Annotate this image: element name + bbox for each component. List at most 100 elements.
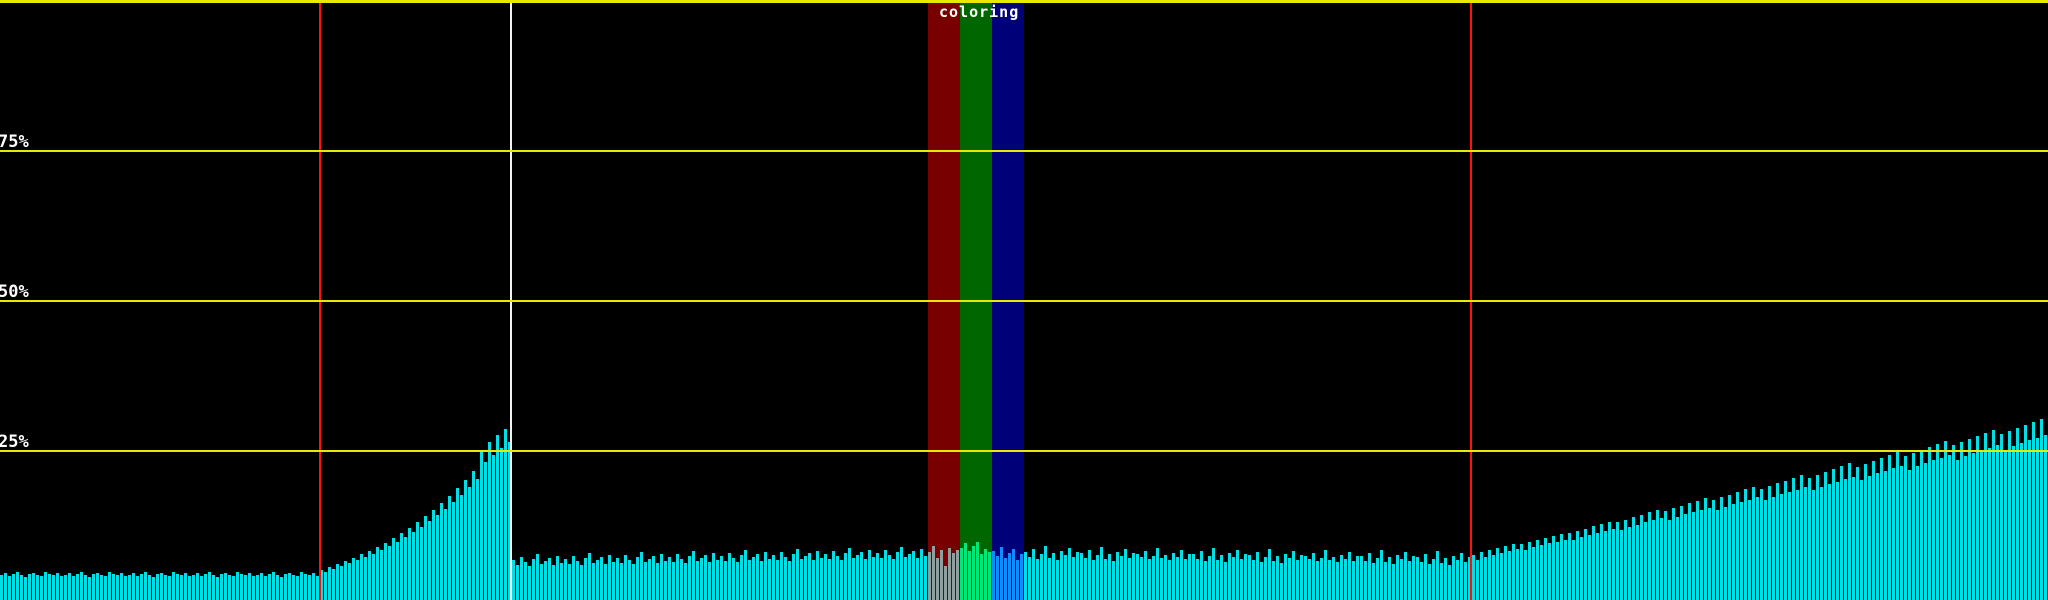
bar <box>104 576 107 600</box>
bar <box>20 575 23 600</box>
bar <box>264 576 267 600</box>
bar <box>520 557 523 600</box>
bar <box>1776 483 1779 600</box>
bar <box>364 557 367 600</box>
bar <box>1516 549 1519 600</box>
bar <box>1604 531 1607 600</box>
bar <box>96 573 99 600</box>
bar <box>1136 554 1139 600</box>
bar <box>960 548 963 600</box>
bar <box>1264 557 1267 600</box>
bar <box>1596 533 1599 600</box>
bar <box>572 556 575 600</box>
bar <box>952 553 955 600</box>
bar <box>780 552 783 600</box>
bar <box>1612 529 1615 600</box>
bar <box>1932 460 1935 600</box>
bar <box>840 560 843 600</box>
bar <box>1724 507 1727 600</box>
bar <box>108 572 111 600</box>
bar <box>1452 556 1455 600</box>
bar <box>384 543 387 600</box>
bar <box>876 553 879 600</box>
bar <box>420 527 423 600</box>
bar <box>1916 466 1919 600</box>
bar <box>1240 559 1243 600</box>
bar <box>2020 443 2023 600</box>
gridline-y0 <box>0 0 2048 3</box>
bar <box>1288 558 1291 600</box>
bar <box>1132 553 1135 600</box>
bar <box>620 563 623 600</box>
bar <box>200 576 203 600</box>
bar <box>1960 442 1963 600</box>
bar <box>92 574 95 600</box>
bar <box>1244 554 1247 600</box>
y-axis-label-50: 50% <box>0 282 29 302</box>
bar <box>1036 559 1039 600</box>
bar <box>1664 511 1667 600</box>
bar <box>860 552 863 600</box>
bar <box>300 572 303 600</box>
bar <box>1992 430 1995 600</box>
bar <box>1816 475 1819 600</box>
bar <box>1968 439 1971 600</box>
bar <box>880 558 883 600</box>
bar <box>648 559 651 600</box>
bar <box>1208 556 1211 600</box>
bar <box>372 554 375 600</box>
bar <box>1896 452 1899 600</box>
bar <box>1328 560 1331 600</box>
bar <box>1956 460 1959 600</box>
bar <box>1712 500 1715 600</box>
bar <box>812 560 815 600</box>
bar <box>1072 557 1075 600</box>
bar <box>1220 555 1223 600</box>
bar <box>332 569 335 600</box>
bar <box>1088 550 1091 600</box>
bar <box>1080 553 1083 600</box>
bar <box>1792 478 1795 600</box>
bar <box>328 567 331 600</box>
bar <box>924 556 927 600</box>
bar <box>1532 547 1535 600</box>
bar <box>1504 546 1507 600</box>
bar <box>600 557 603 600</box>
bar <box>1280 563 1283 600</box>
bar <box>680 559 683 600</box>
bar <box>1144 551 1147 600</box>
bar <box>1060 551 1063 600</box>
bar <box>388 546 391 600</box>
bar <box>1912 453 1915 600</box>
bar <box>672 562 675 600</box>
bar <box>304 574 307 600</box>
bar <box>1032 549 1035 600</box>
bar <box>848 548 851 600</box>
bar <box>1692 512 1695 600</box>
bar <box>1788 492 1791 600</box>
bar <box>1560 534 1563 600</box>
bar <box>468 487 471 600</box>
bar <box>452 502 455 600</box>
bar <box>12 574 15 600</box>
bar <box>1924 463 1927 600</box>
bar <box>1012 549 1015 600</box>
bar <box>1156 548 1159 600</box>
bar <box>592 563 595 600</box>
bar <box>540 564 543 600</box>
bar <box>564 559 567 600</box>
bar <box>2036 438 2039 600</box>
bar <box>772 555 775 600</box>
bar <box>1448 565 1451 600</box>
bar <box>1944 441 1947 600</box>
bar <box>1308 559 1311 600</box>
bar <box>636 557 639 600</box>
bar <box>544 561 547 600</box>
bar <box>1564 540 1567 600</box>
bar <box>292 575 295 600</box>
bar <box>556 556 559 600</box>
bar <box>1908 470 1911 600</box>
gridline-y450 <box>0 450 2048 452</box>
bar <box>436 515 439 600</box>
bar <box>1660 518 1663 600</box>
